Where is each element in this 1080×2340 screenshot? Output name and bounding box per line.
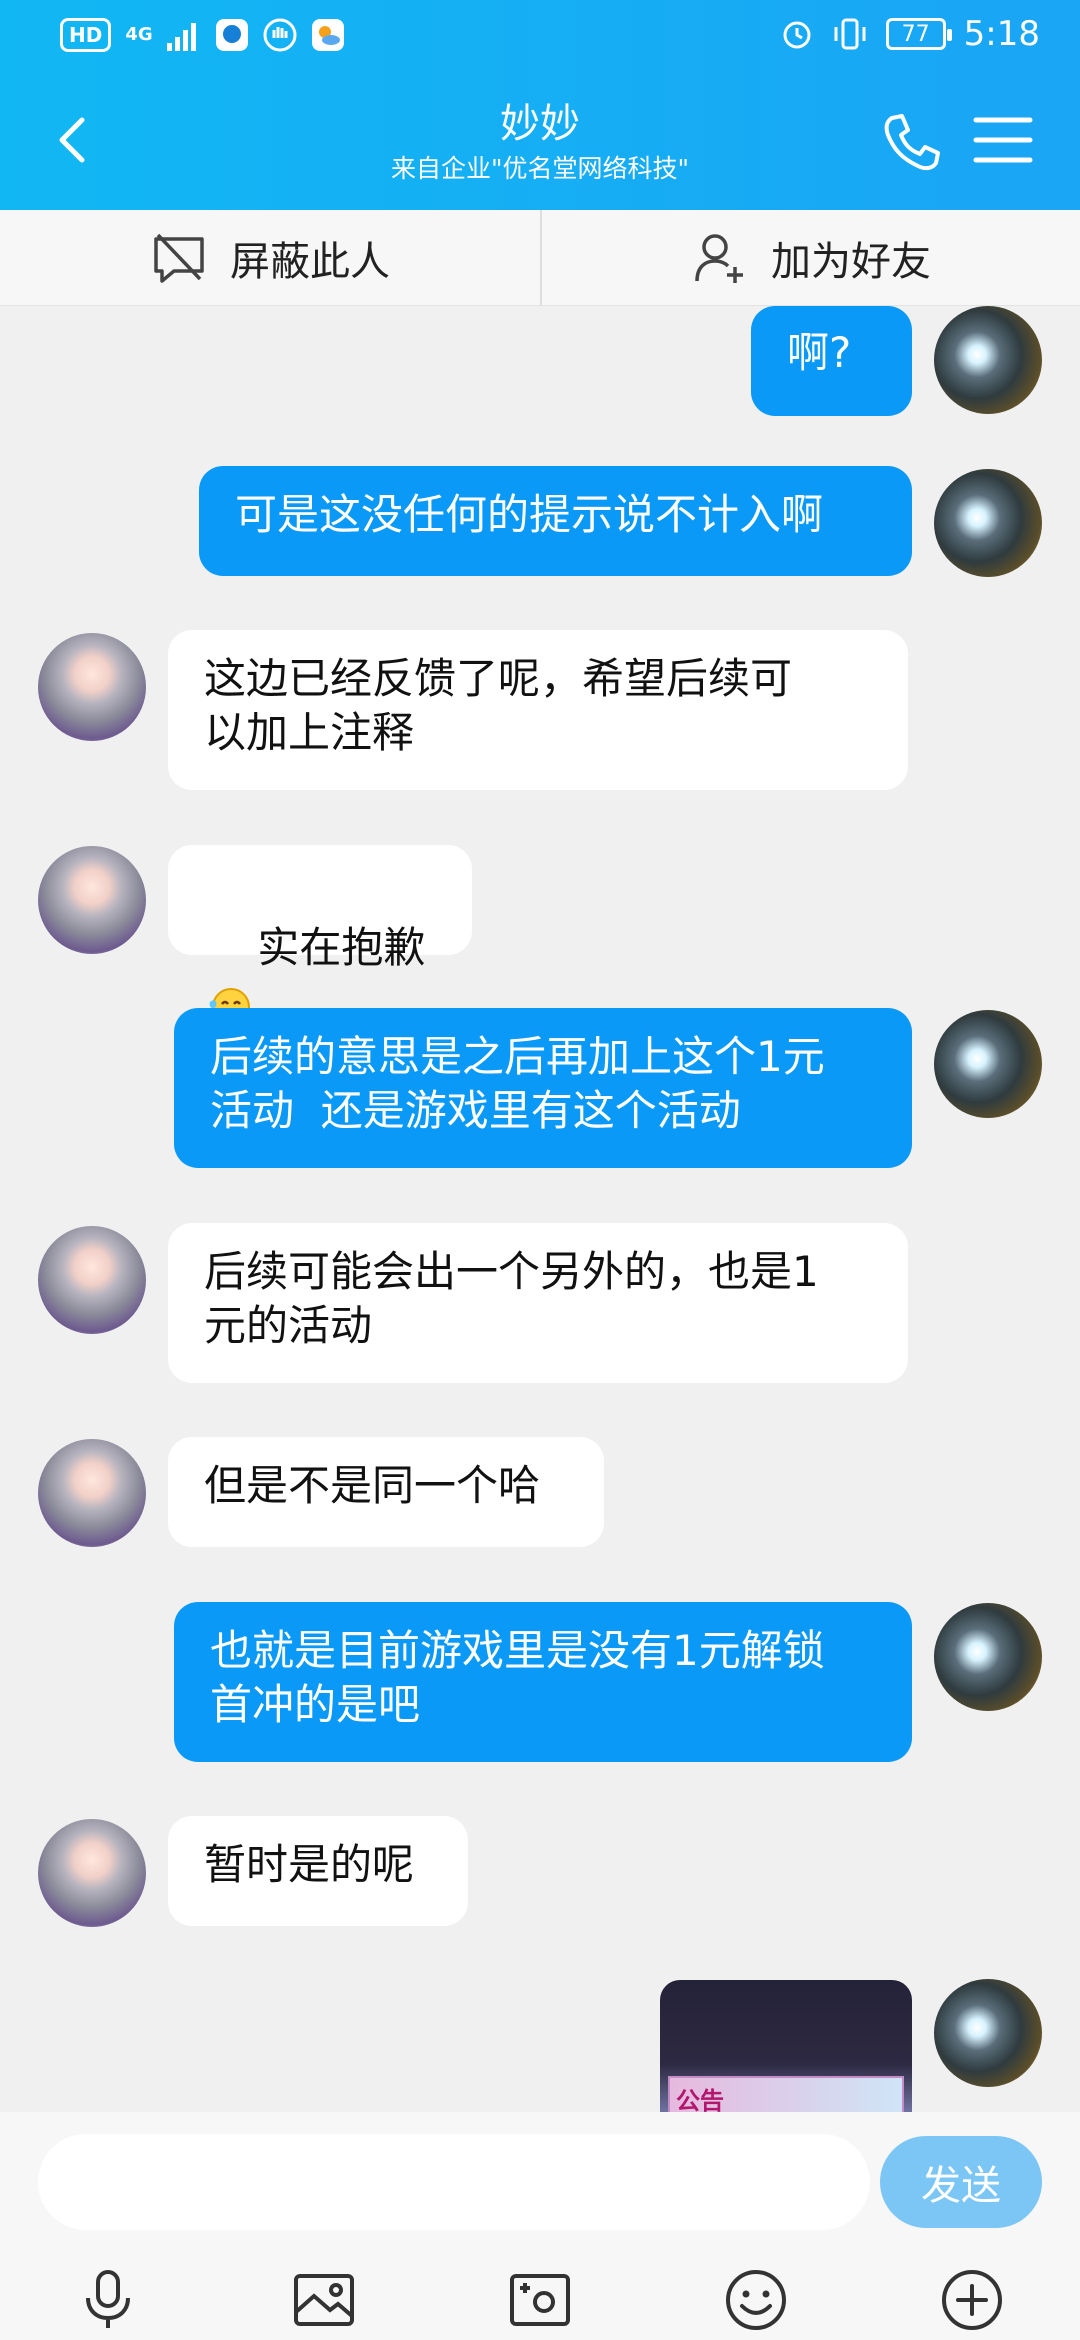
input-toolbar [0, 2270, 1080, 2336]
block-button[interactable]: 屏蔽此人 [0, 210, 540, 306]
block-label: 屏蔽此人 [230, 239, 390, 285]
self-avatar[interactable] [934, 1010, 1042, 1118]
title-block: 妙妙 来自企业"优名堂网络科技" [240, 100, 840, 186]
status-left: HD 4G [60, 18, 345, 52]
contact-company: 来自企业"优名堂网络科技" [391, 154, 689, 183]
message-list[interactable]: 啊? 可是这没任何的提示说不计入啊 这边已经反馈了呢，希望后续可 以加上注释 实… [0, 306, 1080, 2112]
phone-icon[interactable] [878, 110, 944, 176]
message-bubble-other[interactable]: 但是不是同一个哈 [168, 1437, 604, 1547]
message-bubble-self[interactable]: 啊? [751, 306, 912, 416]
status-bar: HD 4G 77 5:18 [0, 0, 1080, 76]
nav-bar: 妙妙 来自企业"优名堂网络科技" [0, 90, 1080, 200]
contact-avatar[interactable] [38, 1439, 146, 1547]
hd-indicator: HD [60, 18, 112, 52]
signal-icon [166, 23, 196, 51]
contact-avatar[interactable] [38, 633, 146, 741]
hand-notification-icon [263, 18, 297, 52]
add-friend-button[interactable]: 加为好友 [540, 210, 1080, 306]
microphone-icon[interactable] [74, 2266, 142, 2334]
battery-indicator: 77 [885, 18, 952, 50]
image-label: 公告 [676, 2087, 724, 2112]
contact-avatar[interactable] [38, 1226, 146, 1334]
self-avatar[interactable] [934, 1603, 1042, 1711]
clock: 5:18 [963, 14, 1040, 54]
message-bubble-other[interactable]: 实在抱歉 [168, 845, 472, 1026]
input-bar: 发送 [0, 2112, 1080, 2340]
alarm-icon [783, 21, 811, 49]
image-message[interactable]: 公告 [660, 1980, 912, 2112]
weather-notification-icon [311, 19, 344, 51]
contact-avatar[interactable] [38, 846, 146, 954]
vibrate-icon [834, 18, 866, 50]
chat-header: HD 4G 77 5:18 妙妙 来自企业"优名堂网络科技" [0, 0, 1080, 210]
message-text: 实在抱歉 [257, 923, 426, 972]
menu-icon[interactable] [972, 112, 1034, 168]
plus-icon[interactable] [938, 2266, 1006, 2334]
self-avatar[interactable] [934, 306, 1042, 414]
camera-icon[interactable] [506, 2266, 574, 2334]
self-avatar[interactable] [934, 469, 1042, 577]
image-icon[interactable] [290, 2266, 358, 2334]
app-notification-icon [215, 19, 248, 51]
emoji-icon[interactable] [722, 2266, 790, 2334]
message-input[interactable] [38, 2134, 870, 2230]
message-bubble-other[interactable]: 暂时是的呢 [168, 1816, 468, 1926]
contact-name: 妙妙 [500, 101, 580, 147]
message-bubble-self[interactable]: 也就是目前游戏里是没有1元解锁 首冲的是吧 [174, 1602, 912, 1762]
self-avatar[interactable] [934, 1979, 1042, 2087]
stranger-action-bar: 屏蔽此人 加为好友 [0, 210, 1080, 306]
contact-avatar[interactable] [38, 1819, 146, 1927]
status-right: 77 5:18 [780, 14, 1040, 54]
message-bubble-self[interactable]: 可是这没任何的提示说不计入啊 [199, 466, 912, 576]
message-bubble-other[interactable]: 这边已经反馈了呢，希望后续可 以加上注释 [168, 630, 908, 790]
send-button[interactable]: 发送 [880, 2136, 1042, 2228]
message-bubble-self[interactable]: 后续的意思是之后再加上这个1元 活动 还是游戏里有这个活动 [174, 1008, 912, 1168]
block-icon [154, 233, 204, 283]
message-bubble-other[interactable]: 后续可能会出一个另外的，也是1 元的活动 [168, 1223, 908, 1383]
network-label: 4G [125, 24, 153, 45]
add-user-icon [695, 234, 743, 283]
add-friend-label: 加为好友 [771, 239, 931, 285]
back-chevron-icon[interactable] [44, 110, 104, 170]
